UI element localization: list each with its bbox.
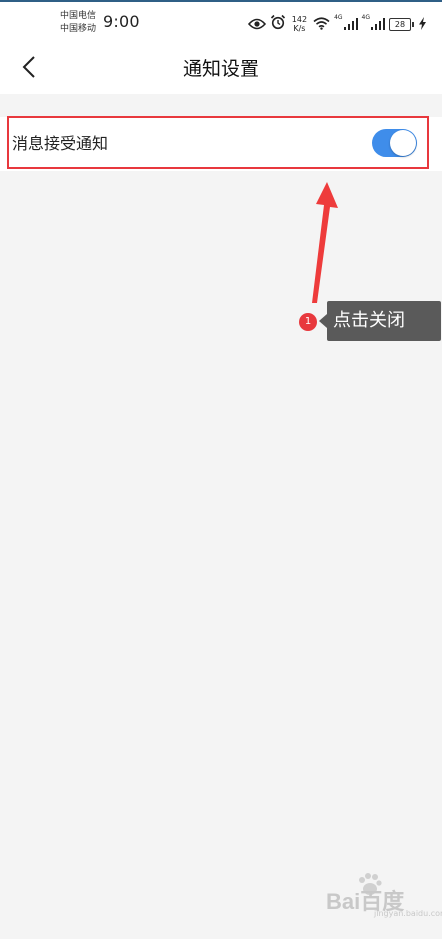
- status-time: 9:00: [103, 12, 140, 31]
- navigation-bar: 通知设置: [0, 44, 442, 94]
- carrier-2: 中国移动: [60, 24, 97, 34]
- network-speed-unit: K/s: [293, 24, 306, 33]
- setting-row-message-notification: 消息接受通知: [0, 117, 442, 171]
- toggle-knob: [390, 130, 416, 156]
- signal-2-tag: 4G: [361, 14, 370, 21]
- instruction-callout: 点击关闭: [319, 301, 441, 341]
- baidu-watermark: Bai百度 jingyan.baidu.com: [326, 872, 442, 922]
- status-icons: 142 K/s 4G 4G 28: [247, 12, 426, 36]
- message-notification-toggle[interactable]: [372, 129, 417, 157]
- network-speed-value: 142: [291, 15, 308, 24]
- signal-bars-1-icon: [343, 15, 358, 34]
- step-number-badge: 1: [299, 313, 317, 331]
- status-bar: 中国电信 中国移动 9:00 142 K/s 4G 4G 28: [0, 2, 442, 44]
- back-button[interactable]: [12, 52, 46, 86]
- battery-indicator: 28: [389, 17, 414, 31]
- callout-text: 点击关闭: [333, 310, 405, 331]
- setting-label: 消息接受通知: [12, 134, 109, 153]
- charging-bolt-icon: [419, 15, 426, 34]
- page-title: 通知设置: [182, 58, 259, 80]
- carrier-1: 中国电信: [60, 11, 97, 21]
- signal-1-tag: 4G: [334, 14, 343, 21]
- signal-bars-2-icon: [371, 15, 385, 34]
- network-speed: 142 K/s: [292, 15, 307, 33]
- carrier-labels: 中国电信 中国移动: [60, 10, 104, 36]
- eye-icon: [247, 15, 266, 34]
- chevron-left-icon: [22, 55, 36, 83]
- alarm-clock-icon: [270, 14, 286, 34]
- wifi-icon: [313, 15, 330, 34]
- watermark-url: jingyan.baidu.com: [374, 909, 442, 918]
